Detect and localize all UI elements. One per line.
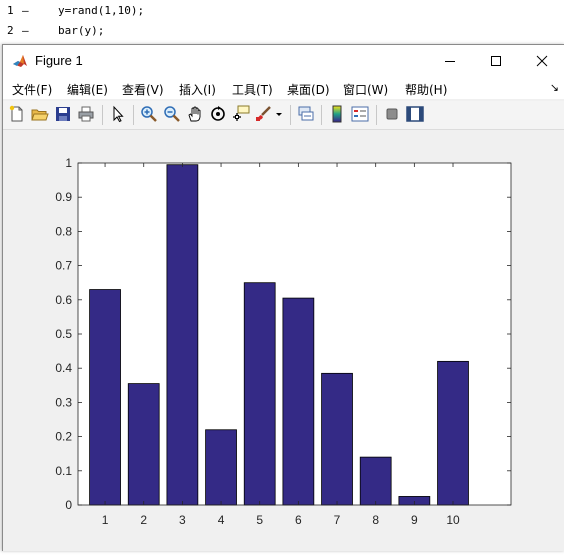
title-bar[interactable]: Figure 1 <box>3 45 564 77</box>
x-tick-label: 6 <box>295 513 302 527</box>
link-plot-icon[interactable] <box>297 105 315 123</box>
bar[interactable] <box>321 372 353 506</box>
x-tick-label: 10 <box>446 513 460 527</box>
zoom-in-icon[interactable] <box>140 105 158 123</box>
bar-chart[interactable]: 0 0.1 0.2 0.3 0.4 0.5 0.6 0.7 0.8 0.9 1 1 2 3 4 5 6 7 8 9 10 <box>3 130 564 551</box>
brush-dropdown-icon[interactable] <box>274 105 284 123</box>
toolbar-separator <box>321 105 322 125</box>
y-tick-label: 0.9 <box>55 190 72 204</box>
bar[interactable] <box>243 282 276 506</box>
bar[interactable] <box>437 360 469 506</box>
maximize-button[interactable] <box>473 45 519 77</box>
x-tick-label: 2 <box>140 513 147 527</box>
y-tick-label: 0 <box>65 498 72 512</box>
menu-bar: 文件(F) 编辑(E) 查看(V) 插入(I) 工具(T) 桌面(D) 窗口(W… <box>3 77 564 99</box>
line-number: 1 <box>7 4 14 17</box>
figure-window: Figure 1 文件(F) 编辑(E) 查看(V) 插入(I) 工具(T) 桌… <box>2 44 564 551</box>
matlab-logo-icon <box>12 53 28 69</box>
code-editor[interactable]: 1 – y=rand(1,10); 2 – bar(y); <box>0 0 564 44</box>
bar[interactable] <box>282 297 315 506</box>
menu-help[interactable]: 帮助(H) <box>405 81 447 98</box>
line-number: 2 <box>7 24 14 37</box>
y-tick-label: 0.8 <box>55 224 72 238</box>
bar[interactable] <box>89 289 121 506</box>
x-tick-label: 3 <box>179 513 186 527</box>
menu-view[interactable]: 查看(V) <box>122 81 164 98</box>
menu-edit[interactable]: 编辑(E) <box>67 81 108 98</box>
y-tick-label: 0.7 <box>55 259 72 273</box>
breakpoint-marker[interactable]: – <box>22 4 29 17</box>
save-icon[interactable] <box>54 105 72 123</box>
print-icon[interactable] <box>77 105 95 123</box>
maximize-icon <box>491 56 501 66</box>
open-file-icon[interactable] <box>31 105 49 123</box>
code-text[interactable]: bar(y); <box>58 24 104 37</box>
x-tick-label: 7 <box>334 513 341 527</box>
y-tick-label: 0.3 <box>55 395 72 409</box>
bar[interactable] <box>359 456 392 506</box>
brush-icon[interactable] <box>255 105 273 123</box>
minimize-button[interactable] <box>427 45 473 77</box>
figure-toolbar <box>3 101 564 130</box>
close-icon <box>536 55 548 67</box>
toolbar-separator <box>376 105 377 125</box>
code-text[interactable]: y=rand(1,10); <box>58 4 144 17</box>
hide-plot-tools-icon[interactable] <box>383 105 401 123</box>
y-tick-label: 0.2 <box>55 430 72 444</box>
y-tick-label: 0.5 <box>55 327 72 341</box>
breakpoint-marker[interactable]: – <box>22 24 29 37</box>
undock-arrow[interactable]: ↘ <box>550 81 559 94</box>
menu-desktop[interactable]: 桌面(D) <box>287 81 330 98</box>
toolbar-separator <box>102 105 103 125</box>
menu-file[interactable]: 文件(F) <box>12 81 52 98</box>
y-tick-label: 1 <box>65 156 72 170</box>
figure-canvas[interactable]: 0 0.1 0.2 0.3 0.4 0.5 0.6 0.7 0.8 0.9 1 1 2 3 4 5 6 7 8 9 10 <box>3 130 564 551</box>
toolbar-separator <box>133 105 134 125</box>
minimize-icon <box>445 61 455 62</box>
x-tick-label: 1 <box>102 513 109 527</box>
zoom-out-icon[interactable] <box>163 105 181 123</box>
close-button[interactable] <box>519 45 564 77</box>
pointer-icon[interactable] <box>109 105 127 123</box>
menu-tools[interactable]: 工具(T) <box>232 81 273 98</box>
bar[interactable] <box>205 429 237 506</box>
x-tick-label: 9 <box>411 513 418 527</box>
colorbar-icon[interactable] <box>328 105 346 123</box>
menu-insert[interactable]: 插入(I) <box>179 81 216 98</box>
toolbar-separator <box>290 105 291 125</box>
window-title: Figure 1 <box>35 53 83 68</box>
x-tick-label: 5 <box>256 513 263 527</box>
data-cursor-icon[interactable] <box>232 105 250 123</box>
new-figure-icon[interactable] <box>8 105 26 123</box>
show-plot-tools-icon[interactable] <box>406 105 424 123</box>
x-tick-label: 8 <box>372 513 379 527</box>
pan-hand-icon[interactable] <box>186 105 204 123</box>
y-tick-label: 0.1 <box>55 464 72 478</box>
y-tick-label: 0.6 <box>55 293 72 307</box>
rotate-3d-icon[interactable] <box>209 105 227 123</box>
x-tick-label: 4 <box>218 513 225 527</box>
y-tick-label: 0.4 <box>55 361 72 375</box>
legend-icon[interactable] <box>351 105 369 123</box>
menu-window[interactable]: 窗口(W) <box>343 81 388 98</box>
bar[interactable] <box>127 383 160 506</box>
bar[interactable] <box>166 164 199 506</box>
